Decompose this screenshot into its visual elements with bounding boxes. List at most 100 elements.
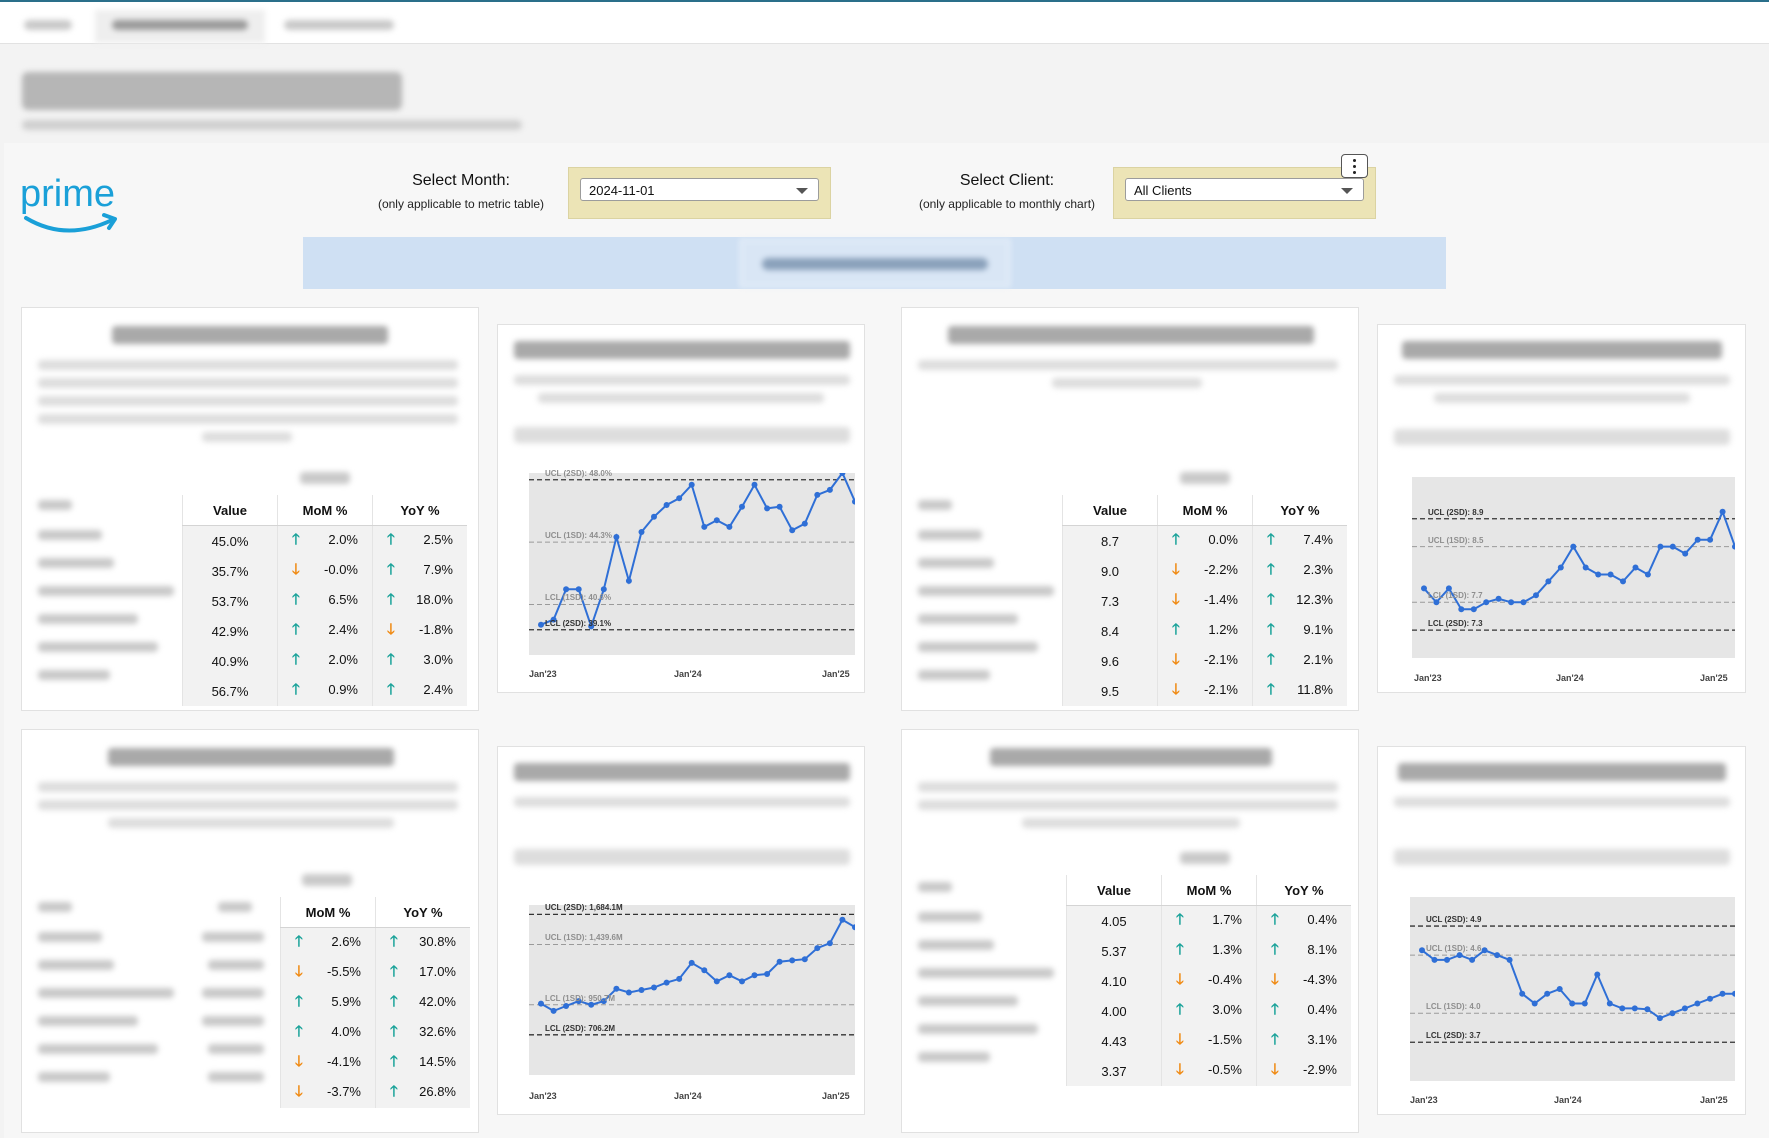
- data-point[interactable]: [625, 989, 632, 996]
- data-point[interactable]: [638, 529, 645, 535]
- data-point[interactable]: [701, 967, 708, 974]
- data-point[interactable]: [1494, 952, 1501, 959]
- data-point[interactable]: [1581, 1000, 1588, 1007]
- chevron-down-icon[interactable]: [1341, 188, 1353, 194]
- data-point[interactable]: [1682, 550, 1689, 557]
- data-point[interactable]: [814, 491, 821, 498]
- data-point[interactable]: [1656, 1015, 1663, 1022]
- data-point[interactable]: [852, 498, 855, 505]
- data-point[interactable]: [676, 975, 683, 982]
- data-point[interactable]: [613, 985, 620, 992]
- data-point[interactable]: [1431, 956, 1438, 963]
- data-point[interactable]: [676, 495, 683, 502]
- data-point[interactable]: [1483, 599, 1490, 606]
- data-point[interactable]: [739, 978, 745, 985]
- data-point[interactable]: [776, 503, 783, 510]
- month-dropdown[interactable]: 2024-11-01: [580, 178, 819, 201]
- chevron-down-icon[interactable]: [796, 188, 808, 194]
- data-point[interactable]: [1419, 947, 1425, 954]
- data-point[interactable]: [575, 586, 582, 593]
- data-point[interactable]: [1519, 990, 1526, 997]
- sheet-tab-placeholder[interactable]: [24, 20, 72, 30]
- data-point[interactable]: [1533, 592, 1539, 599]
- data-point[interactable]: [751, 481, 758, 488]
- data-point[interactable]: [826, 486, 833, 493]
- sheet-tab-placeholder[interactable]: [284, 20, 394, 30]
- client-dropdown[interactable]: All Clients: [1125, 178, 1364, 201]
- data-point[interactable]: [1607, 571, 1614, 578]
- data-point[interactable]: [814, 945, 821, 952]
- data-point[interactable]: [1719, 990, 1726, 997]
- data-point[interactable]: [1669, 1010, 1676, 1017]
- data-point[interactable]: [801, 956, 808, 963]
- data-point[interactable]: [1694, 1000, 1701, 1007]
- data-point[interactable]: [1569, 1000, 1576, 1007]
- data-point[interactable]: [1458, 606, 1465, 613]
- data-point[interactable]: [1669, 543, 1676, 550]
- data-point[interactable]: [764, 971, 771, 977]
- data-point[interactable]: [638, 987, 645, 993]
- data-point[interactable]: [663, 502, 670, 508]
- data-point[interactable]: [1732, 543, 1735, 550]
- data-point[interactable]: [1557, 564, 1564, 571]
- data-point[interactable]: [1606, 1000, 1613, 1007]
- data-point[interactable]: [1632, 564, 1639, 571]
- data-point[interactable]: [713, 978, 720, 985]
- data-point[interactable]: [1470, 606, 1477, 613]
- data-point[interactable]: [1595, 571, 1602, 578]
- data-point[interactable]: [1520, 599, 1527, 606]
- data-point[interactable]: [563, 586, 570, 593]
- data-point[interactable]: [751, 972, 758, 979]
- data-point[interactable]: [1545, 578, 1552, 585]
- data-point[interactable]: [1694, 536, 1701, 543]
- data-point[interactable]: [538, 621, 544, 628]
- data-point[interactable]: [1644, 571, 1651, 578]
- data-point[interactable]: [789, 527, 796, 534]
- data-point[interactable]: [1544, 990, 1551, 997]
- data-point[interactable]: [1620, 578, 1626, 585]
- data-point[interactable]: [550, 1007, 557, 1014]
- data-point[interactable]: [1619, 1005, 1626, 1012]
- data-point[interactable]: [600, 586, 607, 593]
- data-point[interactable]: [1469, 956, 1476, 963]
- data-point[interactable]: [789, 957, 796, 964]
- data-point[interactable]: [701, 523, 708, 530]
- data-point[interactable]: [839, 916, 846, 923]
- data-point[interactable]: [1681, 1005, 1688, 1012]
- data-point[interactable]: [651, 513, 657, 520]
- more-options-icon[interactable]: [1341, 154, 1368, 178]
- data-point[interactable]: [1732, 990, 1735, 997]
- data-point[interactable]: [726, 972, 733, 979]
- data-point[interactable]: [613, 534, 620, 540]
- data-point[interactable]: [651, 984, 657, 991]
- data-point[interactable]: [588, 1001, 595, 1008]
- data-point[interactable]: [1657, 543, 1664, 550]
- data-point[interactable]: [764, 505, 771, 512]
- data-point[interactable]: [1719, 508, 1726, 515]
- data-point[interactable]: [688, 481, 695, 488]
- data-point[interactable]: [1582, 564, 1589, 571]
- data-point[interactable]: [663, 979, 670, 986]
- data-point[interactable]: [1707, 536, 1714, 543]
- data-point[interactable]: [1421, 585, 1427, 592]
- data-point[interactable]: [801, 520, 808, 527]
- data-point[interactable]: [726, 523, 733, 530]
- data-point[interactable]: [739, 503, 745, 510]
- data-point[interactable]: [688, 959, 695, 966]
- data-point[interactable]: [625, 577, 632, 584]
- data-point[interactable]: [776, 958, 783, 965]
- data-point[interactable]: [1506, 956, 1513, 963]
- data-point[interactable]: [1444, 956, 1450, 963]
- data-point[interactable]: [1594, 971, 1601, 978]
- data-point[interactable]: [1531, 1000, 1538, 1007]
- data-point[interactable]: [1508, 599, 1515, 606]
- data-point[interactable]: [563, 1003, 570, 1009]
- data-point[interactable]: [538, 1000, 544, 1007]
- data-point[interactable]: [1631, 1005, 1638, 1012]
- data-point[interactable]: [1556, 986, 1563, 992]
- data-point[interactable]: [1570, 543, 1577, 550]
- data-point[interactable]: [1481, 947, 1488, 954]
- data-point[interactable]: [1707, 995, 1713, 1002]
- data-point[interactable]: [713, 517, 720, 524]
- data-point[interactable]: [1644, 1006, 1651, 1013]
